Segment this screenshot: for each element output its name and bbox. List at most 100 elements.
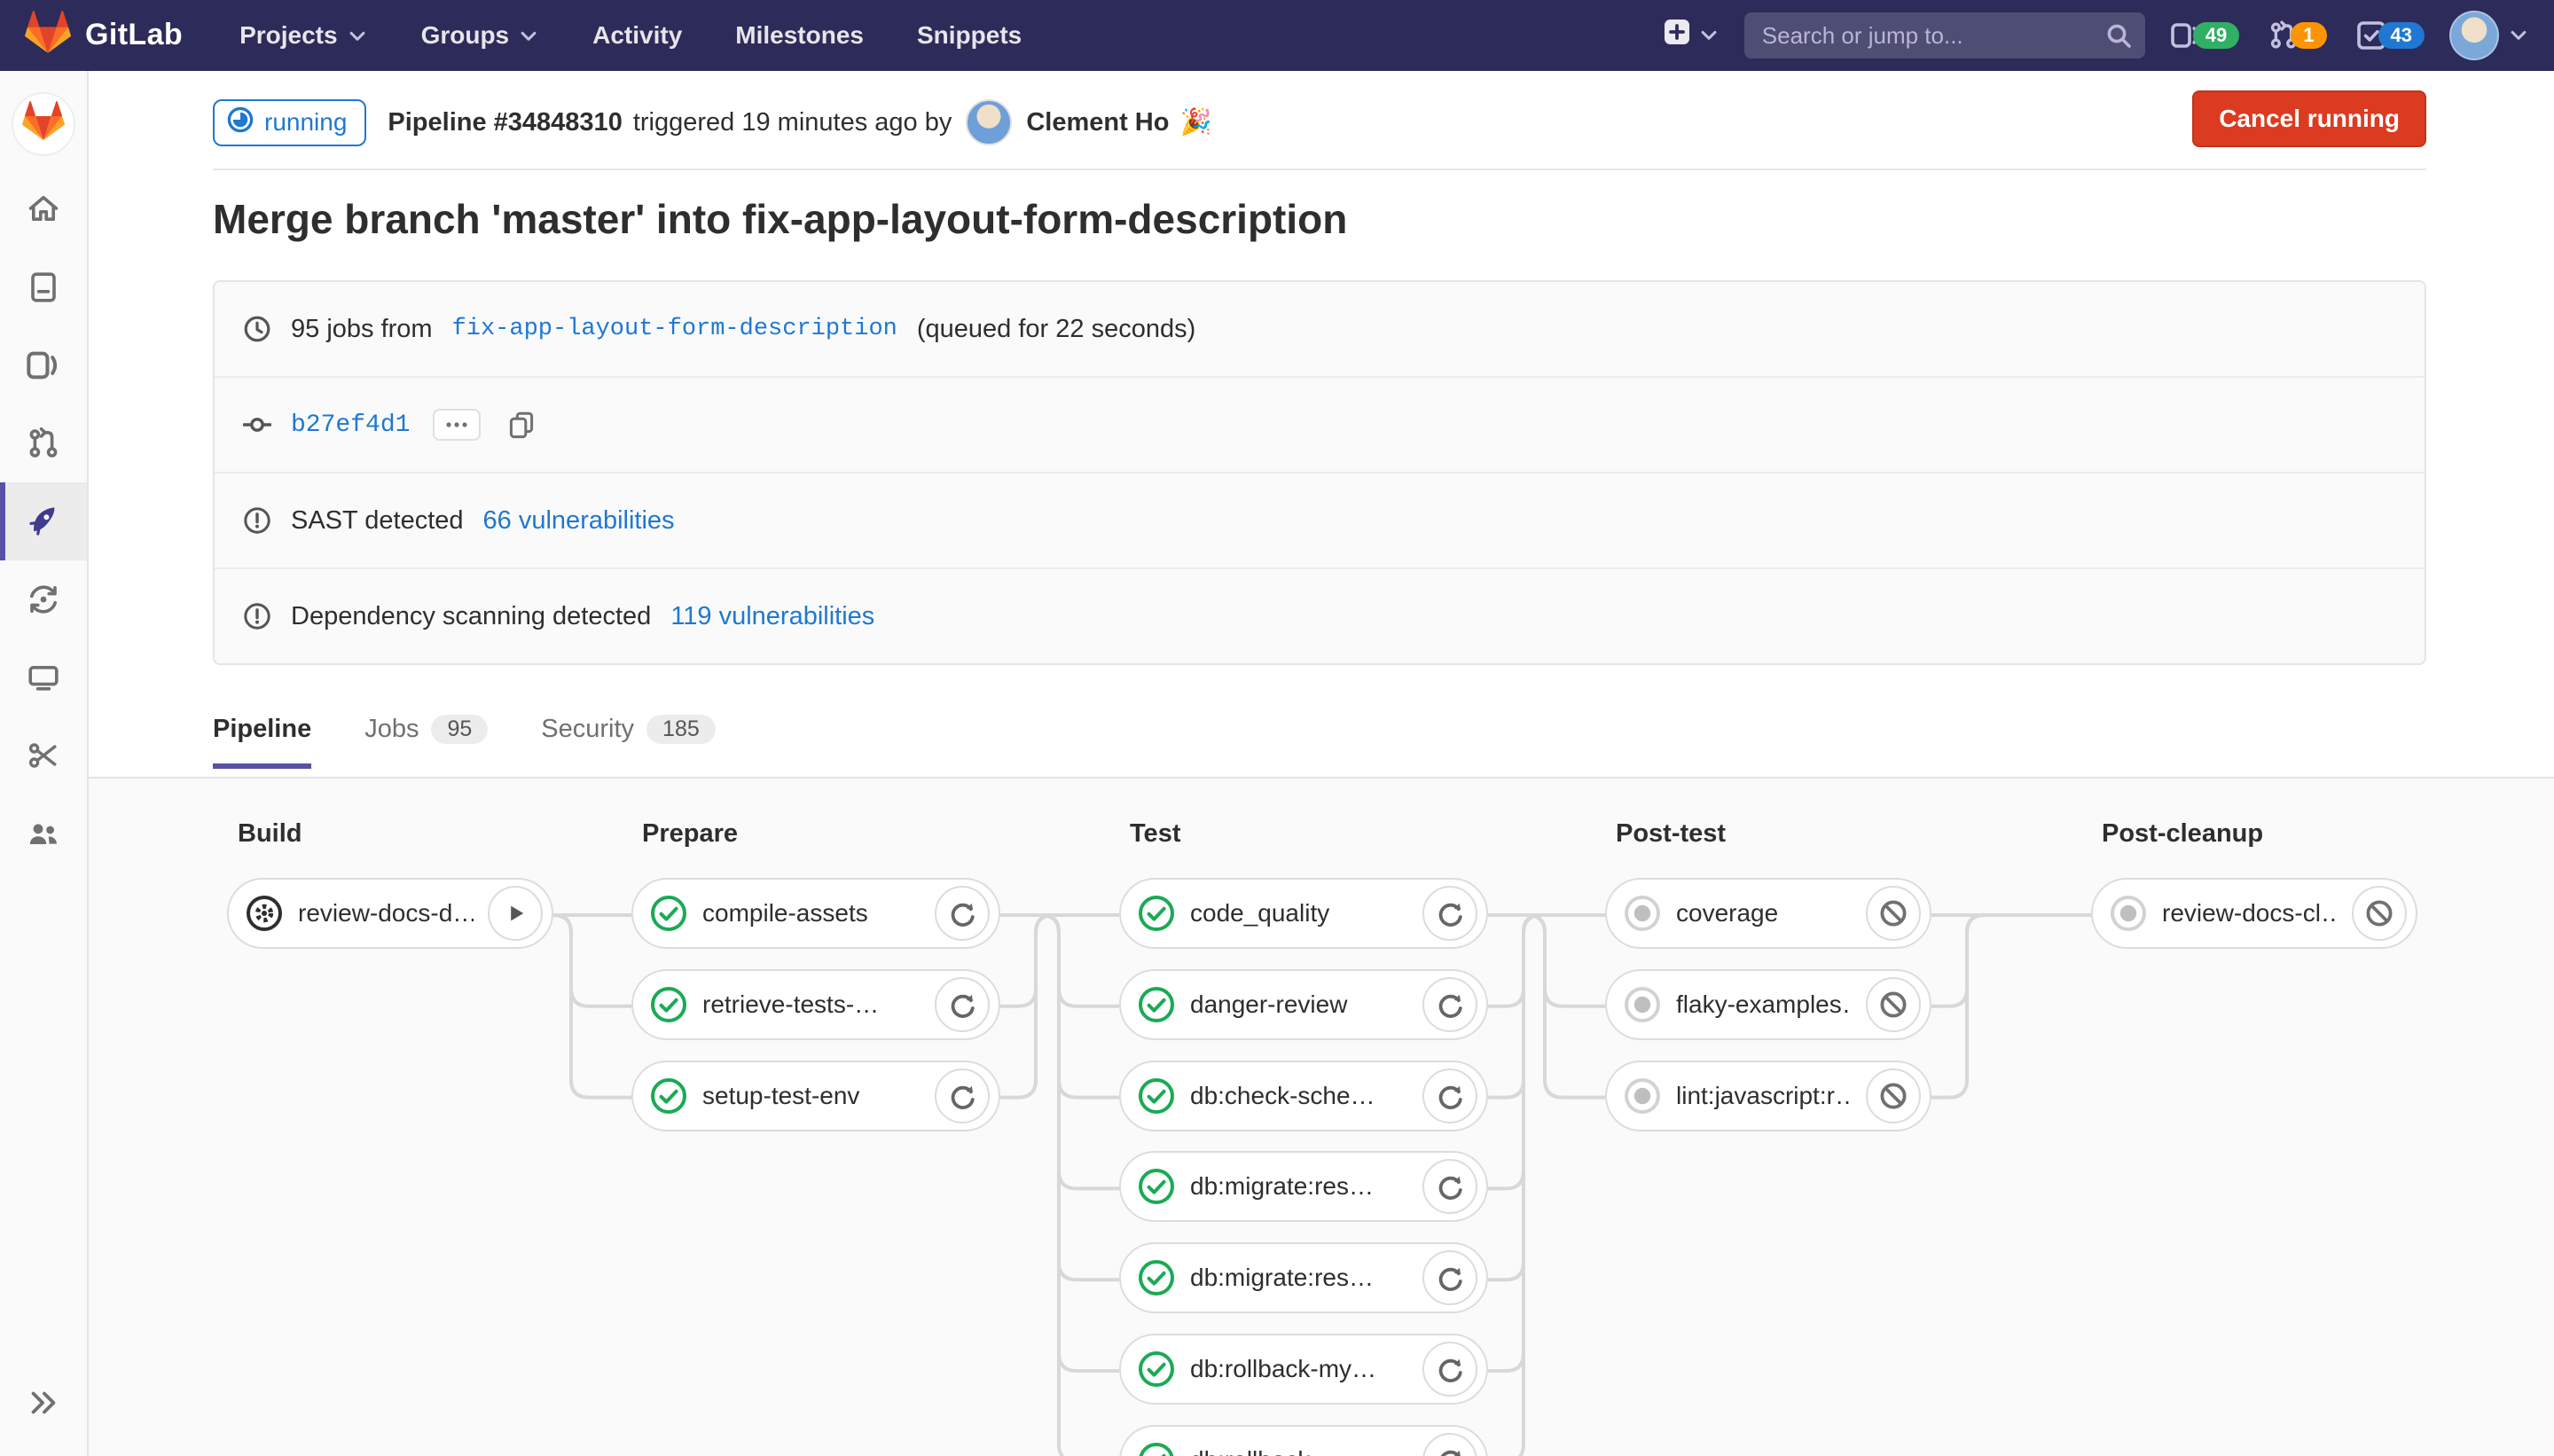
job-pill-review-docs-d[interactable]: review-docs-d… [227, 878, 553, 949]
status-created-icon [2109, 894, 2148, 933]
sidebar-item-issues[interactable] [0, 326, 87, 404]
author-avatar[interactable] [966, 99, 1012, 145]
job-label: db:migrate:res… [1190, 1172, 1408, 1201]
todos-counter[interactable]: 43 [2355, 20, 2425, 51]
job-action-retry-button[interactable] [935, 977, 990, 1032]
issues-counter[interactable]: 49 [2170, 20, 2239, 51]
sidebar-item-repository[interactable] [0, 248, 87, 326]
search-input[interactable] [1744, 12, 2145, 59]
job-pill-db-rollback[interactable]: db:rollback… [1119, 1425, 1488, 1456]
job-action-retry-button[interactable] [1422, 1069, 1477, 1123]
sidebar-item-project-overview[interactable] [0, 170, 87, 248]
cancel-running-button[interactable]: Cancel running [2192, 90, 2426, 147]
new-menu-button[interactable] [1663, 18, 1720, 53]
job-pill-db-rollback-my[interactable]: db:rollback-my… [1119, 1334, 1488, 1405]
nav-item-snippets[interactable]: Snippets [917, 21, 1022, 50]
job-pill-lint-javascript-r[interactable]: lint:javascript:r… [1605, 1061, 1931, 1131]
sidebar-item-environments[interactable] [0, 638, 87, 716]
sidebar-item-merge-requests[interactable] [0, 404, 87, 482]
job-action-retry-button[interactable] [1422, 1342, 1477, 1397]
nav-item-activity[interactable]: Activity [592, 21, 682, 50]
pipeline-title: Pipeline #34848310 triggered 19 minutes … [388, 99, 1211, 145]
pipeline-graph: Buildreview-docs-d…Preparecompile-assets… [89, 777, 2554, 1456]
job-action-retry-button[interactable] [935, 1069, 990, 1123]
stage-header-post-cleanup: Post-cleanup [2102, 819, 2263, 849]
project-avatar[interactable] [12, 92, 75, 156]
commit-sha-link[interactable]: b27ef4d1 [291, 411, 410, 439]
job-action-retry-button[interactable] [935, 886, 990, 941]
sast-vulnerabilities-link[interactable]: 66 vulnerabilities [483, 506, 675, 536]
nav-item-groups[interactable]: Groups [421, 21, 540, 50]
job-pill-setup-test-env[interactable]: setup-test-env [631, 1061, 1000, 1131]
brand-name: GitLab [85, 18, 183, 52]
job-action-cancel-button[interactable] [1866, 886, 1921, 941]
branch-link[interactable]: fix-app-layout-form-description [452, 316, 897, 342]
job-label: db:rollback-my… [1190, 1355, 1408, 1383]
tab-label: Jobs [364, 715, 419, 744]
merge-requests-counter[interactable]: 1 [2268, 20, 2326, 51]
job-label: setup-test-env [702, 1082, 921, 1110]
job-pill-retrieve-tests[interactable]: retrieve-tests-… [631, 969, 1000, 1040]
job-pill-review-docs-cl[interactable]: review-docs-cl… [2091, 878, 2417, 949]
job-pill-coverage[interactable]: coverage [1605, 878, 1931, 949]
top-navbar: GitLab Projects Groups Activity Milestones S… [0, 0, 2554, 71]
doc-icon [26, 270, 61, 305]
running-status-icon [227, 106, 254, 139]
stage-header-prepare: Prepare [642, 819, 738, 849]
gitlab-logo-link[interactable]: GitLab [0, 11, 183, 60]
job-label: lint:javascript:r… [1676, 1082, 1852, 1110]
job-action-retry-button[interactable] [1422, 977, 1477, 1032]
sidebar-item-operations[interactable] [0, 560, 87, 638]
pipeline-id: Pipeline #34848310 [388, 108, 622, 137]
job-pill-db-check-sche[interactable]: db:check-sche… [1119, 1061, 1488, 1131]
sidebar-item-members[interactable] [0, 795, 87, 873]
pipeline-tabs: Pipeline Jobs95 Security185 [213, 715, 716, 769]
pipeline-status-label: running [264, 108, 347, 137]
alert-circle-icon [243, 506, 271, 535]
tab-label: Pipeline [213, 715, 311, 744]
job-action-retry-button[interactable] [1422, 1250, 1477, 1305]
queued-text: (queued for 22 seconds) [917, 315, 1195, 344]
job-action-play-button[interactable] [488, 886, 543, 941]
status-success-icon [1137, 894, 1176, 933]
project-tanuki-icon [22, 101, 65, 147]
nav-item-label: Projects [239, 21, 338, 50]
sidebar-item-ci-cd[interactable] [0, 482, 87, 560]
chevron-down-icon [347, 25, 368, 46]
author-name[interactable]: Clement Ho [1026, 108, 1169, 137]
jobs-count-text: 95 jobs from [291, 315, 433, 344]
sidebar-expand-button[interactable] [0, 1367, 87, 1438]
clock-icon [243, 315, 271, 343]
nav-item-milestones[interactable]: Milestones [735, 21, 864, 50]
job-action-retry-button[interactable] [1422, 886, 1477, 941]
status-success-icon [1137, 985, 1176, 1024]
copy-commit-icon[interactable] [507, 411, 536, 439]
commit-expander-button[interactable] [433, 409, 481, 441]
job-pill-flaky-examples[interactable]: flaky-examples… [1605, 969, 1931, 1040]
job-action-cancel-button[interactable] [2352, 886, 2407, 941]
main-content: running Pipeline #34848310 triggered 19 … [89, 71, 2554, 1456]
job-action-retry-button[interactable] [1422, 1433, 1477, 1456]
tab-security[interactable]: Security185 [541, 715, 715, 769]
sidebar-item-snippets[interactable] [0, 716, 87, 795]
status-success-icon [1137, 1076, 1176, 1115]
job-pill-db-migrate-res[interactable]: db:migrate:res… [1119, 1151, 1488, 1222]
plus-square-icon [1663, 18, 1691, 53]
pipeline-header-row: running Pipeline #34848310 triggered 19 … [213, 92, 2426, 153]
job-pill-db-migrate-res[interactable]: db:migrate:res… [1119, 1242, 1488, 1313]
tab-jobs[interactable]: Jobs95 [364, 715, 488, 769]
job-action-retry-button[interactable] [1422, 1159, 1477, 1214]
job-pill-compile-assets[interactable]: compile-assets [631, 878, 1000, 949]
commit-info-row: b27ef4d1 [215, 376, 2425, 472]
nav-item-projects[interactable]: Projects [239, 21, 368, 50]
dependency-vulnerabilities-link[interactable]: 119 vulnerabilities [670, 602, 874, 631]
job-action-cancel-button[interactable] [1866, 1069, 1921, 1123]
chevron-down-icon [2508, 20, 2529, 52]
page-title: Merge branch 'master' into fix-app-layou… [213, 195, 1347, 243]
job-pill-danger-review[interactable]: danger-review [1119, 969, 1488, 1040]
user-menu[interactable] [2449, 11, 2529, 60]
tab-pipeline[interactable]: Pipeline [213, 715, 311, 769]
job-pill-code-quality[interactable]: code_quality [1119, 878, 1488, 949]
author-emoji: 🎉 [1179, 107, 1211, 137]
job-action-cancel-button[interactable] [1866, 977, 1921, 1032]
